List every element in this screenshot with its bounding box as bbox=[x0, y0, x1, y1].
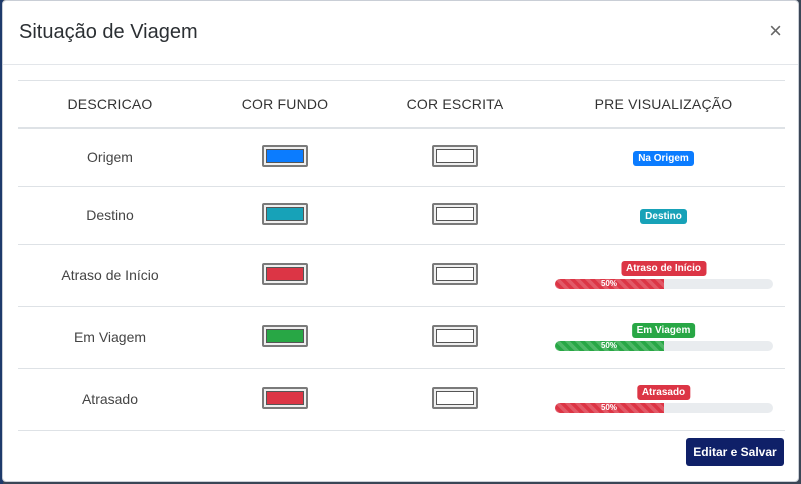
table-header-row: DESCRICAO COR FUNDO COR ESCRITA PRE VISU… bbox=[18, 80, 785, 129]
status-badge: Atraso de Início bbox=[620, 261, 707, 276]
progress-fill: 50% bbox=[554, 279, 664, 289]
text-color-swatch bbox=[436, 328, 474, 343]
descricao-cell: Atrasado bbox=[18, 368, 202, 431]
cor-escrita-cell bbox=[368, 244, 542, 307]
table-row: Origem Na Origem bbox=[18, 128, 785, 187]
background-color-picker[interactable] bbox=[262, 144, 308, 167]
preview-with-progress: Em Viagem 50% bbox=[554, 323, 773, 351]
text-color-picker[interactable] bbox=[432, 262, 478, 285]
status-badge: Em Viagem bbox=[631, 323, 696, 338]
cor-fundo-cell bbox=[202, 306, 368, 369]
preview-cell: Atrasado 50% bbox=[542, 368, 785, 431]
table-row: Em Viagem Em Viagem 50% bbox=[18, 306, 785, 369]
status-badge: Na Origem bbox=[633, 151, 694, 167]
modal-header: Situação de Viagem × bbox=[3, 1, 798, 65]
background-color-swatch bbox=[266, 266, 304, 281]
descricao-cell: Origem bbox=[18, 128, 202, 187]
cor-escrita-cell bbox=[368, 368, 542, 431]
text-color-picker[interactable] bbox=[432, 324, 478, 347]
col-header-cor-escrita: COR ESCRITA bbox=[368, 80, 542, 129]
text-color-swatch bbox=[436, 206, 474, 221]
progress-bar: 50% bbox=[554, 403, 773, 413]
table-row: Atraso de Início Atraso de Início 50% bbox=[18, 244, 785, 307]
preview-cell: Atraso de Início 50% bbox=[542, 244, 785, 307]
progress-fill: 50% bbox=[554, 341, 664, 351]
progress-fill: 50% bbox=[554, 403, 664, 413]
cor-escrita-cell bbox=[368, 306, 542, 369]
cor-escrita-cell bbox=[368, 128, 542, 187]
situacao-viagem-modal: Situação de Viagem × DESCRICAO COR FUNDO… bbox=[2, 0, 799, 482]
text-color-swatch bbox=[436, 266, 474, 281]
table-row: Destino Destino bbox=[18, 186, 785, 245]
descricao-cell: Atraso de Início bbox=[18, 244, 202, 307]
preview-cell: Em Viagem 50% bbox=[542, 306, 785, 369]
preview-with-progress: Atrasado 50% bbox=[554, 385, 773, 413]
descricao-cell: Destino bbox=[18, 186, 202, 245]
background-color-swatch bbox=[266, 206, 304, 221]
progress-bar: 50% bbox=[554, 279, 773, 289]
cor-fundo-cell bbox=[202, 128, 368, 187]
cor-fundo-cell bbox=[202, 244, 368, 307]
background-color-picker[interactable] bbox=[262, 324, 308, 347]
background-color-picker[interactable] bbox=[262, 262, 308, 285]
cor-escrita-cell bbox=[368, 186, 542, 245]
preview-with-progress: Atraso de Início 50% bbox=[554, 261, 773, 289]
col-header-cor-fundo: COR FUNDO bbox=[202, 80, 368, 129]
background-color-picker[interactable] bbox=[262, 202, 308, 225]
text-color-picker[interactable] bbox=[432, 386, 478, 409]
preview-cell: Na Origem bbox=[542, 128, 785, 187]
background-color-swatch bbox=[266, 148, 304, 163]
background-color-swatch bbox=[266, 390, 304, 405]
status-table: DESCRICAO COR FUNDO COR ESCRITA PRE VISU… bbox=[18, 80, 785, 431]
modal-title: Situação de Viagem bbox=[19, 21, 198, 43]
text-color-swatch bbox=[436, 390, 474, 405]
edit-save-button[interactable]: Editar e Salvar bbox=[686, 438, 784, 466]
cor-fundo-cell bbox=[202, 186, 368, 245]
progress-bar: 50% bbox=[554, 341, 773, 351]
status-badge: Atrasado bbox=[636, 385, 691, 400]
text-color-picker[interactable] bbox=[432, 144, 478, 167]
descricao-cell: Em Viagem bbox=[18, 306, 202, 369]
col-header-pre-visualizacao: PRE VISUALIZAÇÃO bbox=[542, 80, 785, 129]
preview-cell: Destino bbox=[542, 186, 785, 245]
close-icon[interactable]: × bbox=[769, 18, 782, 44]
col-header-descricao: DESCRICAO bbox=[18, 80, 202, 129]
background-color-swatch bbox=[266, 328, 304, 343]
cor-fundo-cell bbox=[202, 368, 368, 431]
status-badge: Destino bbox=[640, 209, 687, 224]
background-color-picker[interactable] bbox=[262, 386, 308, 409]
text-color-picker[interactable] bbox=[432, 202, 478, 225]
table-row: Atrasado Atrasado 50% bbox=[18, 368, 785, 431]
text-color-swatch bbox=[436, 148, 474, 163]
